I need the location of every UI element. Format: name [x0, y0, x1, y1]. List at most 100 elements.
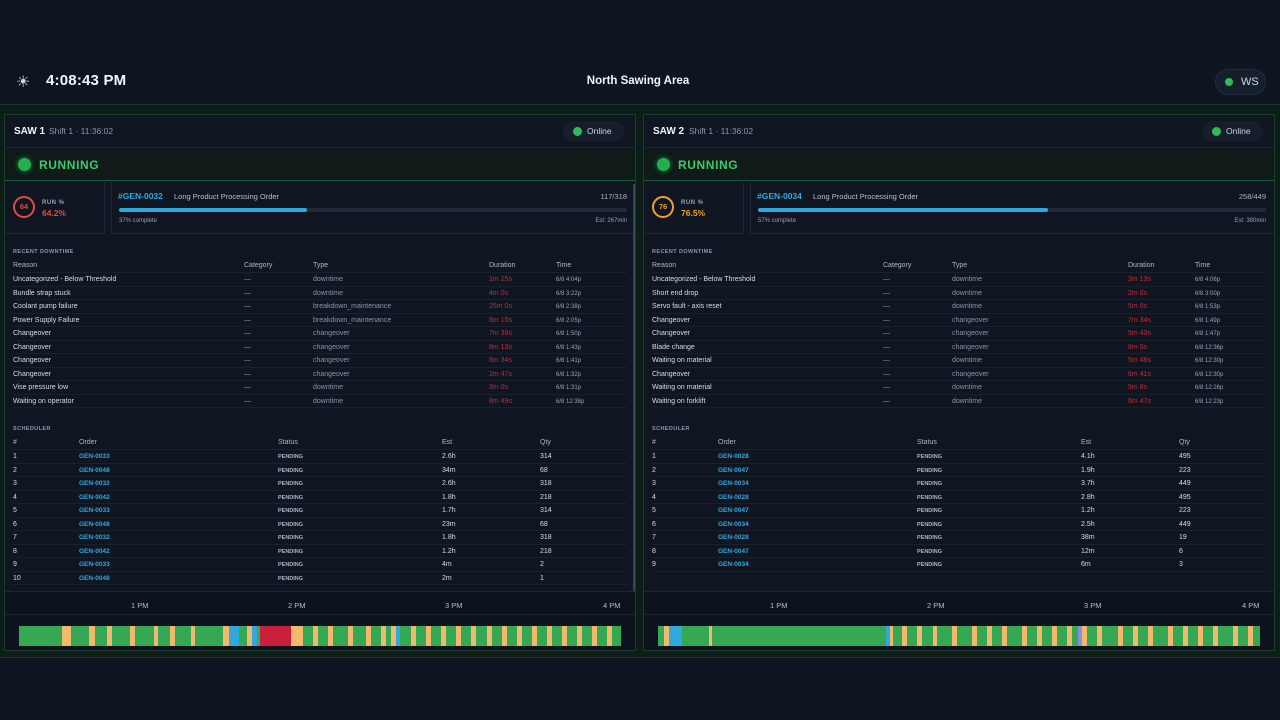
downtime-row[interactable]: Coolant pump failure — breakdown_maintenan…: [13, 300, 627, 314]
schedule-row[interactable]: 7 GEN-0028 PENDING 38m 19: [652, 531, 1266, 545]
schedule-qty: 6: [1179, 547, 1183, 555]
table-header-row: # Order Status Est Qty: [652, 436, 1266, 450]
scrollbar[interactable]: [633, 184, 635, 598]
schedule-status: PENDING: [278, 454, 304, 460]
downtime-category: —: [883, 384, 890, 391]
schedule-row[interactable]: 3 GEN-0034 PENDING 3.7h 449: [652, 477, 1266, 491]
schedule-order[interactable]: GEN-0033: [79, 453, 110, 460]
schedule-est: 2m: [442, 574, 452, 582]
downtime-row[interactable]: Short end drop — downtime 2m 0s 6/8 3:00p: [652, 287, 1266, 300]
schedule-order[interactable]: GEN-0048: [79, 521, 110, 528]
downtime-reason: Waiting on operator: [13, 397, 74, 405]
downtime-row[interactable]: Changeover — changeover 5m 43s 6/8 1:47p: [652, 327, 1266, 341]
timeline-tick: 1 PM: [770, 601, 788, 610]
schedule-index: 1: [13, 453, 17, 460]
schedule-row[interactable]: 9 GEN-0033 PENDING 4m 2: [13, 558, 627, 572]
schedule-row[interactable]: 2 GEN-0047 PENDING 1.9h 223: [652, 464, 1266, 477]
downtime-row[interactable]: Blade change — changeover 8m 0s 6/8 12:36p: [652, 341, 1266, 354]
schedule-order[interactable]: GEN-0033: [79, 507, 110, 514]
timeline-bar[interactable]: [19, 626, 621, 646]
schedule-order[interactable]: GEN-0028: [718, 534, 749, 541]
schedule-qty: 3: [1179, 561, 1183, 568]
schedule-row[interactable]: 4 GEN-0042 PENDING 1.8h 218: [13, 491, 627, 504]
schedule-row[interactable]: 8 GEN-0042 PENDING 1.2h 218: [13, 545, 627, 558]
schedule-order[interactable]: GEN-0032: [79, 534, 110, 541]
schedule-status: PENDING: [917, 494, 943, 501]
current-order-code[interactable]: #GEN-0034: [757, 191, 802, 201]
downtime-row[interactable]: Waiting on material — downtime 5m 8s 6/8 12:…: [652, 381, 1266, 395]
schedule-row[interactable]: 7 GEN-0032 PENDING 1.8h 318: [13, 531, 627, 545]
downtime-row[interactable]: Changeover — changeover 6m 41s 6/8 12:30p: [652, 368, 1266, 381]
schedule-qty: 19: [1179, 534, 1187, 541]
schedule-row[interactable]: 1 GEN-0028 PENDING 4.1h 495: [652, 450, 1266, 464]
schedule-order[interactable]: GEN-0034: [718, 561, 749, 568]
downtime-time: 6/8 1:41p: [556, 358, 582, 364]
downtime-category: —: [244, 303, 251, 310]
schedule-row[interactable]: 2 GEN-0048 PENDING 34m 68: [13, 464, 627, 477]
schedule-qty: 223: [1179, 466, 1191, 474]
downtime-row[interactable]: Changeover — changeover 7m 38s 6/8 1:50p: [13, 327, 627, 341]
schedule-row[interactable]: 4 GEN-0028 PENDING 2.8h 495: [652, 491, 1266, 504]
downtime-row[interactable]: Vise pressure low — downtime 3m 0s 6/8 1:31p: [13, 381, 627, 395]
schedule-row[interactable]: 8 GEN-0047 PENDING 12m 6: [652, 545, 1266, 558]
downtime-row[interactable]: Uncategorized - Below Threshold — downtime…: [13, 273, 627, 287]
downtime-duration: 6m 47s: [1128, 397, 1151, 405]
downtime-row[interactable]: Changeover — changeover 8m 13s 6/8 1:43p: [13, 341, 627, 354]
machine-state: RUNNING: [39, 158, 100, 172]
timeline-segment: [1247, 626, 1253, 646]
schedule-row[interactable]: 6 GEN-0048 PENDING 23m 68: [13, 518, 627, 531]
downtime-row[interactable]: Waiting on operator — downtime 8m 49s 6/8 12…: [13, 395, 627, 408]
scheduler-title: SCHEDULER: [652, 426, 690, 432]
schedule-order[interactable]: GEN-0042: [79, 494, 110, 501]
schedule-order[interactable]: GEN-0028: [718, 453, 749, 460]
downtime-reason: Blade change: [652, 343, 695, 351]
downtime-row[interactable]: Power Supply Failure — breakdown_maintenan…: [13, 314, 627, 327]
schedule-row[interactable]: 3 GEN-0032 PENDING 2.6h 318: [13, 477, 627, 491]
schedule-order[interactable]: GEN-0047: [718, 507, 749, 514]
downtime-row[interactable]: Waiting on forklift — downtime 6m 47s 6/8 12…: [652, 395, 1266, 408]
downtime-row[interactable]: Uncategorized - Below Threshold — downtime…: [652, 273, 1266, 287]
downtime-row[interactable]: Waiting on material — downtime 5m 46s 6/8 12…: [652, 354, 1266, 368]
schedule-index: 4: [13, 493, 17, 501]
schedule-order[interactable]: GEN-0048: [79, 467, 110, 474]
timeline-bar[interactable]: [658, 626, 1260, 646]
schedule-order[interactable]: GEN-0048: [79, 575, 110, 582]
order-estimate-text: Est: 380min: [1234, 218, 1266, 224]
schedule-row[interactable]: 9 GEN-0034 PENDING 6m 3: [652, 558, 1266, 572]
timeline-segment: [1182, 626, 1188, 646]
schedule-order[interactable]: GEN-0033: [79, 561, 110, 568]
timeline-segment: [229, 626, 239, 646]
timeline-segment: [456, 626, 461, 646]
downtime-row[interactable]: Changeover — changeover 8m 34s 6/8 1:41p: [13, 354, 627, 368]
schedule-order[interactable]: GEN-0034: [718, 480, 749, 487]
schedule-order[interactable]: GEN-0028: [718, 494, 749, 501]
downtime-row[interactable]: Bundle strap stuck — downtime 4m 0s 6/8 3:22…: [13, 287, 627, 300]
scheduler-table: # Order Status Est Qty 1 GEN-0033 PENDING 2.6h 31…: [13, 436, 627, 585]
schedule-est: 3.7h: [1081, 480, 1095, 487]
schedule-order[interactable]: GEN-0034: [718, 521, 749, 528]
schedule-order[interactable]: GEN-0032: [79, 480, 110, 487]
schedule-order[interactable]: GEN-0047: [718, 548, 749, 555]
ws-connection-badge[interactable]: WS: [1215, 69, 1266, 95]
downtime-reason: Vise pressure low: [13, 384, 69, 391]
schedule-qty: 1: [540, 574, 544, 582]
schedule-row[interactable]: 5 GEN-0033 PENDING 1.7h 314: [13, 504, 627, 518]
downtime-row[interactable]: Changeover — changeover 7m 34s 6/8 1:49p: [652, 314, 1266, 327]
current-order-code[interactable]: #GEN-0032: [118, 191, 163, 201]
current-order-description: Long Product Processing Order: [813, 192, 919, 201]
downtime-time: 6/8 12:26p: [1195, 385, 1224, 391]
timeline-segment: [562, 626, 567, 646]
schedule-index: 9: [652, 561, 656, 568]
schedule-row[interactable]: 1 GEN-0033 PENDING 2.6h 314: [13, 450, 627, 464]
downtime-time: 6/8 12:30p: [1195, 358, 1224, 364]
schedule-order[interactable]: GEN-0047: [718, 467, 749, 474]
schedule-order[interactable]: GEN-0042: [79, 548, 110, 555]
schedule-row[interactable]: 6 GEN-0034 PENDING 2.5h 449: [652, 518, 1266, 531]
shift-timeline: 1 PM 2 PM 3 PM 4 PM: [5, 591, 635, 650]
schedule-row[interactable]: 5 GEN-0047 PENDING 1.2h 223: [652, 504, 1266, 518]
downtime-row[interactable]: Changeover — changeover 2m 47s 6/8 1:32p: [13, 368, 627, 381]
schedule-row[interactable]: 10 GEN-0048 PENDING 2m 1: [13, 572, 627, 585]
downtime-row[interactable]: Servo fault - axis reset — downtime 5m 0s 6/…: [652, 300, 1266, 314]
schedule-status: PENDING: [917, 481, 943, 487]
recent-downtime-table: Reason Category Type Duration Time Uncategori…: [652, 259, 1266, 408]
